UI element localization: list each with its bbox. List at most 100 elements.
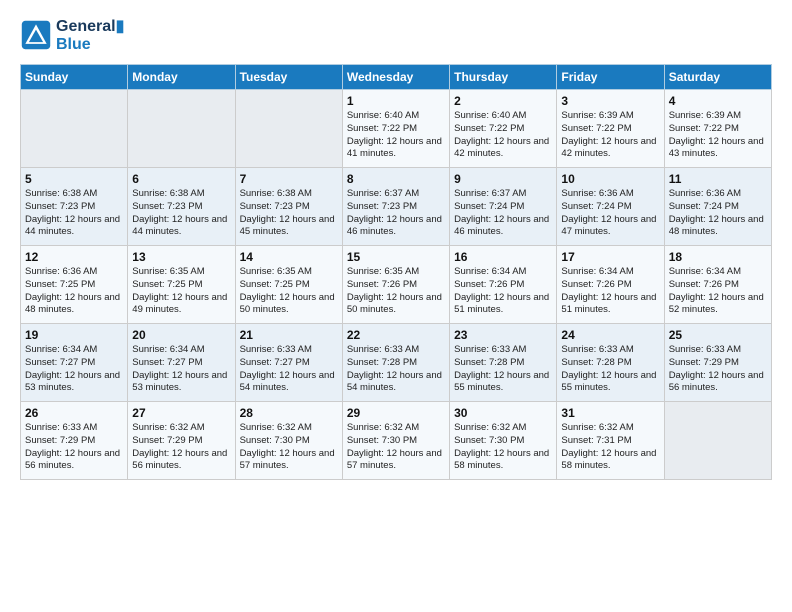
day-info: Sunrise: 6:34 AMSunset: 7:27 PMDaylight:…	[25, 344, 123, 395]
day-number: 23	[454, 328, 552, 342]
calendar-cell: 23 Sunrise: 6:33 AMSunset: 7:28 PMDayligh…	[450, 324, 557, 402]
calendar-cell: 5 Sunrise: 6:38 AMSunset: 7:23 PMDaylight…	[21, 168, 128, 246]
calendar-cell: 8 Sunrise: 6:37 AMSunset: 7:23 PMDaylight…	[342, 168, 449, 246]
day-number: 21	[240, 328, 338, 342]
day-number: 20	[132, 328, 230, 342]
calendar-cell: 30 Sunrise: 6:32 AMSunset: 7:30 PMDayligh…	[450, 402, 557, 480]
calendar-cell: 20 Sunrise: 6:34 AMSunset: 7:27 PMDayligh…	[128, 324, 235, 402]
day-info: Sunrise: 6:32 AMSunset: 7:29 PMDaylight:…	[132, 422, 230, 473]
day-info: Sunrise: 6:34 AMSunset: 7:26 PMDaylight:…	[669, 266, 767, 317]
calendar-cell: 24 Sunrise: 6:33 AMSunset: 7:28 PMDayligh…	[557, 324, 664, 402]
day-info: Sunrise: 6:36 AMSunset: 7:25 PMDaylight:…	[25, 266, 123, 317]
day-number: 28	[240, 406, 338, 420]
day-number: 10	[561, 172, 659, 186]
calendar-cell: 1 Sunrise: 6:40 AMSunset: 7:22 PMDaylight…	[342, 90, 449, 168]
calendar-cell: 21 Sunrise: 6:33 AMSunset: 7:27 PMDayligh…	[235, 324, 342, 402]
logo-icon	[20, 19, 52, 51]
day-number: 16	[454, 250, 552, 264]
day-info: Sunrise: 6:34 AMSunset: 7:26 PMDaylight:…	[561, 266, 659, 317]
day-info: Sunrise: 6:35 AMSunset: 7:25 PMDaylight:…	[240, 266, 338, 317]
calendar-cell: 19 Sunrise: 6:34 AMSunset: 7:27 PMDayligh…	[21, 324, 128, 402]
calendar-cell: 16Sunrise: 6:34 AMSunset: 7:26 PMDayligh…	[450, 246, 557, 324]
day-number: 25	[669, 328, 767, 342]
day-number: 14	[240, 250, 338, 264]
day-number: 26	[25, 406, 123, 420]
header-row: SundayMondayTuesdayWednesdayThursdayFrid…	[21, 65, 772, 90]
day-header-saturday: Saturday	[664, 65, 771, 90]
day-info: Sunrise: 6:33 AMSunset: 7:29 PMDaylight:…	[25, 422, 123, 473]
day-number: 27	[132, 406, 230, 420]
day-info: Sunrise: 6:38 AMSunset: 7:23 PMDaylight:…	[25, 188, 123, 239]
day-number: 30	[454, 406, 552, 420]
day-info: Sunrise: 6:34 AMSunset: 7:27 PMDaylight:…	[132, 344, 230, 395]
day-info: Sunrise: 6:33 AMSunset: 7:28 PMDaylight:…	[347, 344, 445, 395]
calendar-page: General▮ Blue SundayMondayTuesdayWednesd…	[0, 0, 792, 490]
day-number: 15	[347, 250, 445, 264]
day-info: Sunrise: 6:40 AMSunset: 7:22 PMDaylight:…	[454, 110, 552, 161]
day-number: 18	[669, 250, 767, 264]
day-info: Sunrise: 6:37 AMSunset: 7:23 PMDaylight:…	[347, 188, 445, 239]
day-info: Sunrise: 6:32 AMSunset: 7:31 PMDaylight:…	[561, 422, 659, 473]
day-header-tuesday: Tuesday	[235, 65, 342, 90]
day-info: Sunrise: 6:32 AMSunset: 7:30 PMDaylight:…	[240, 422, 338, 473]
day-number: 24	[561, 328, 659, 342]
calendar-cell: 25 Sunrise: 6:33 AMSunset: 7:29 PMDayligh…	[664, 324, 771, 402]
day-info: Sunrise: 6:32 AMSunset: 7:30 PMDaylight:…	[454, 422, 552, 473]
logo: General▮ Blue	[20, 16, 124, 54]
week-row-2: 5 Sunrise: 6:38 AMSunset: 7:23 PMDaylight…	[21, 168, 772, 246]
calendar-cell: 27 Sunrise: 6:32 AMSunset: 7:29 PMDayligh…	[128, 402, 235, 480]
day-info: Sunrise: 6:39 AMSunset: 7:22 PMDaylight:…	[561, 110, 659, 161]
day-number: 17	[561, 250, 659, 264]
calendar-cell	[235, 90, 342, 168]
calendar-cell: 11 Sunrise: 6:36 AMSunset: 7:24 PMDayligh…	[664, 168, 771, 246]
day-number: 5	[25, 172, 123, 186]
calendar-cell: 12 Sunrise: 6:36 AMSunset: 7:25 PMDayligh…	[21, 246, 128, 324]
day-info: Sunrise: 6:40 AMSunset: 7:22 PMDaylight:…	[347, 110, 445, 161]
calendar-table: SundayMondayTuesdayWednesdayThursdayFrid…	[20, 64, 772, 480]
day-number: 1	[347, 94, 445, 108]
calendar-cell: 31 Sunrise: 6:32 AMSunset: 7:31 PMDayligh…	[557, 402, 664, 480]
day-info: Sunrise: 6:33 AMSunset: 7:28 PMDaylight:…	[454, 344, 552, 395]
day-info: Sunrise: 6:37 AMSunset: 7:24 PMDaylight:…	[454, 188, 552, 239]
day-number: 12	[25, 250, 123, 264]
calendar-cell: 6Sunrise: 6:38 AMSunset: 7:23 PMDaylight…	[128, 168, 235, 246]
day-number: 11	[669, 172, 767, 186]
day-info: Sunrise: 6:33 AMSunset: 7:28 PMDaylight:…	[561, 344, 659, 395]
calendar-cell: 2 Sunrise: 6:40 AMSunset: 7:22 PMDaylight…	[450, 90, 557, 168]
day-info: Sunrise: 6:35 AMSunset: 7:26 PMDaylight:…	[347, 266, 445, 317]
day-number: 31	[561, 406, 659, 420]
calendar-cell: 3 Sunrise: 6:39 AMSunset: 7:22 PMDaylight…	[557, 90, 664, 168]
day-header-wednesday: Wednesday	[342, 65, 449, 90]
day-header-friday: Friday	[557, 65, 664, 90]
day-info: Sunrise: 6:39 AMSunset: 7:22 PMDaylight:…	[669, 110, 767, 161]
calendar-cell: 17 Sunrise: 6:34 AMSunset: 7:26 PMDayligh…	[557, 246, 664, 324]
day-number: 4	[669, 94, 767, 108]
week-row-4: 19 Sunrise: 6:34 AMSunset: 7:27 PMDayligh…	[21, 324, 772, 402]
week-row-3: 12 Sunrise: 6:36 AMSunset: 7:25 PMDayligh…	[21, 246, 772, 324]
day-number: 3	[561, 94, 659, 108]
calendar-cell: 14 Sunrise: 6:35 AMSunset: 7:25 PMDayligh…	[235, 246, 342, 324]
calendar-cell	[21, 90, 128, 168]
day-header-monday: Monday	[128, 65, 235, 90]
calendar-cell: 18 Sunrise: 6:34 AMSunset: 7:26 PMDayligh…	[664, 246, 771, 324]
day-info: Sunrise: 6:33 AMSunset: 7:27 PMDaylight:…	[240, 344, 338, 395]
day-info: Sunrise: 6:33 AMSunset: 7:29 PMDaylight:…	[669, 344, 767, 395]
day-number: 19	[25, 328, 123, 342]
day-number: 29	[347, 406, 445, 420]
day-info: Sunrise: 6:38 AMSunset: 7:23 PMDaylight:…	[132, 188, 230, 239]
calendar-cell: 9 Sunrise: 6:37 AMSunset: 7:24 PMDaylight…	[450, 168, 557, 246]
day-info: Sunrise: 6:36 AMSunset: 7:24 PMDaylight:…	[669, 188, 767, 239]
day-number: 22	[347, 328, 445, 342]
day-info: Sunrise: 6:32 AMSunset: 7:30 PMDaylight:…	[347, 422, 445, 473]
day-number: 9	[454, 172, 552, 186]
logo-text: General▮ Blue	[56, 16, 124, 54]
day-info: Sunrise: 6:35 AMSunset: 7:25 PMDaylight:…	[132, 266, 230, 317]
day-number: 8	[347, 172, 445, 186]
day-info: Sunrise: 6:36 AMSunset: 7:24 PMDaylight:…	[561, 188, 659, 239]
day-header-sunday: Sunday	[21, 65, 128, 90]
header: General▮ Blue	[20, 16, 772, 54]
calendar-cell	[664, 402, 771, 480]
calendar-cell: 15 Sunrise: 6:35 AMSunset: 7:26 PMDayligh…	[342, 246, 449, 324]
day-number: 2	[454, 94, 552, 108]
week-row-1: 1 Sunrise: 6:40 AMSunset: 7:22 PMDaylight…	[21, 90, 772, 168]
